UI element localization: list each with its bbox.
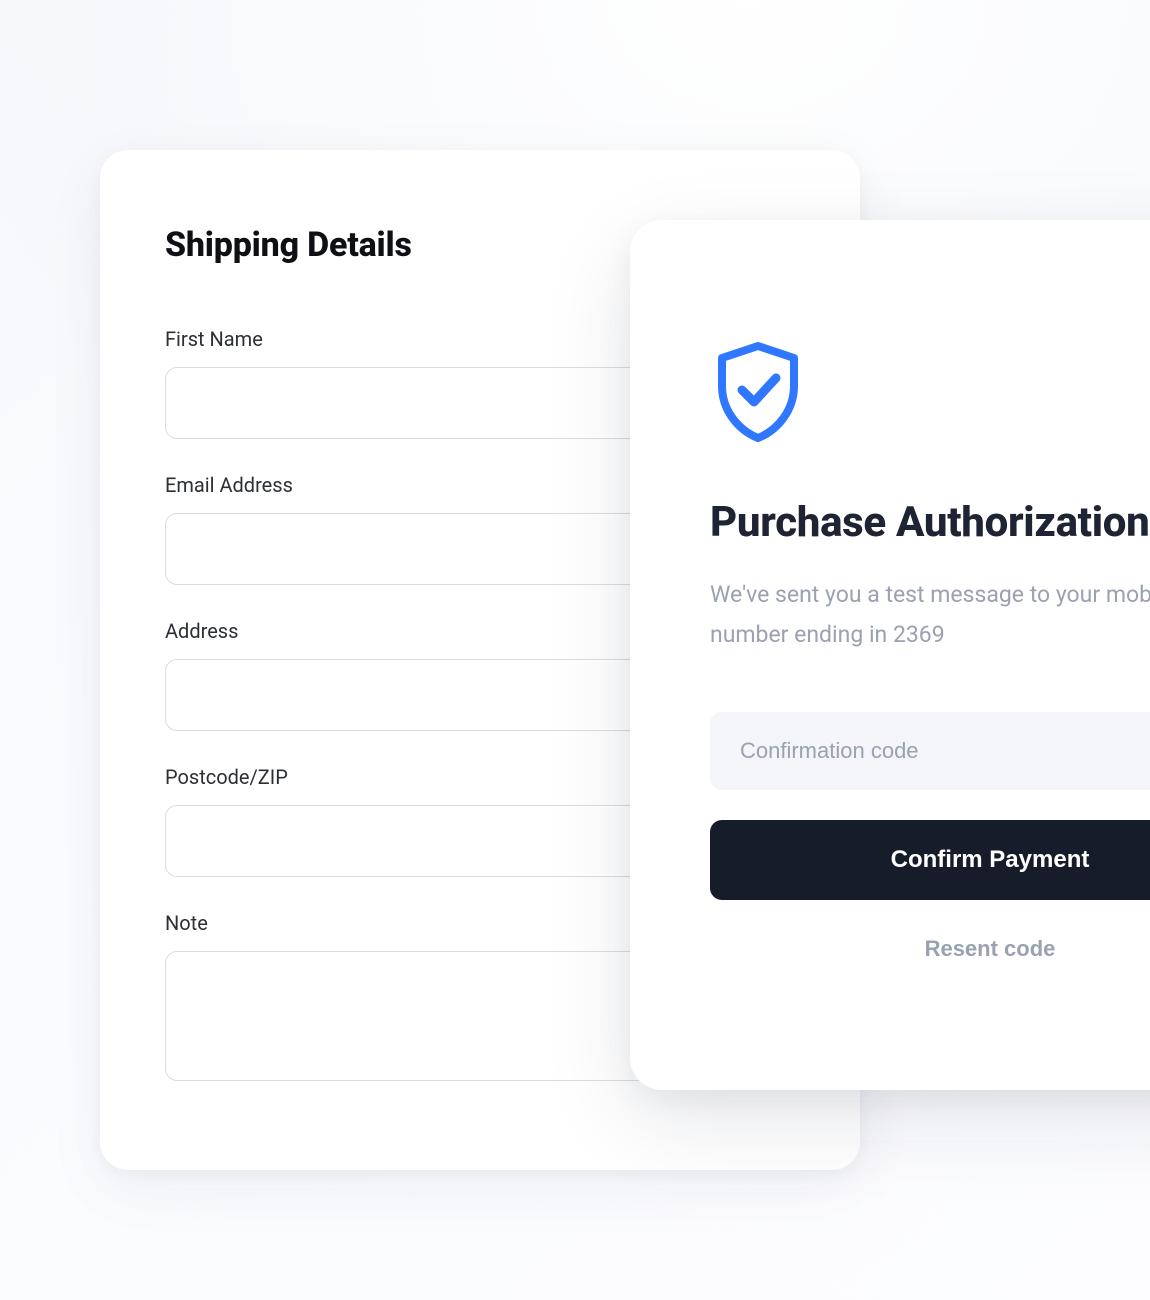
auth-description: We've sent you a test message to your mo…: [710, 575, 1150, 656]
confirm-payment-button[interactable]: Confirm Payment: [710, 820, 1150, 900]
resend-code-link[interactable]: Resent code: [710, 936, 1150, 962]
shield-check-icon: [710, 340, 1150, 448]
confirmation-code-input[interactable]: [710, 712, 1150, 790]
purchase-authorization-card: Purchase Authorization We've sent you a …: [630, 220, 1150, 1090]
auth-title: Purchase Authorization: [710, 498, 1150, 547]
